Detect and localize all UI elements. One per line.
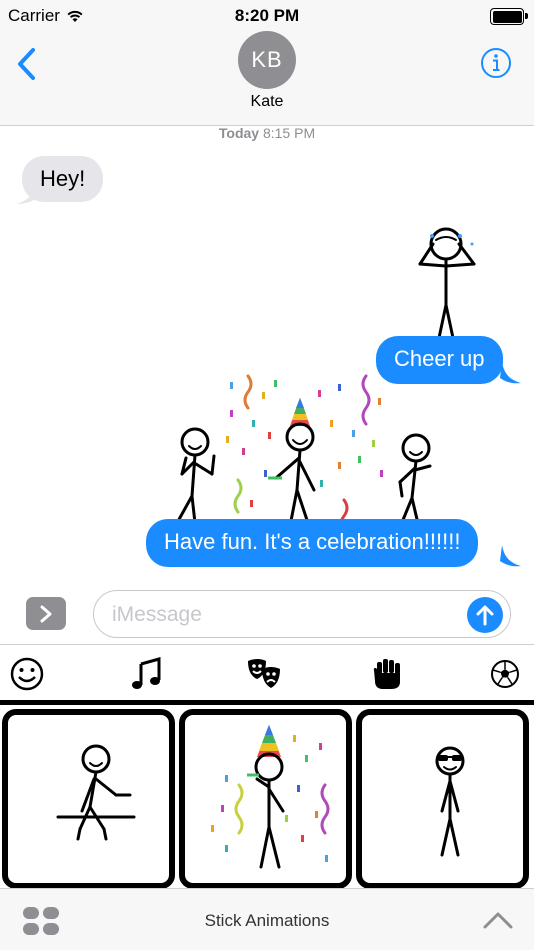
sticker-party-figure[interactable] [179, 709, 352, 889]
battery-icon [490, 8, 528, 25]
sitting-stick-figure-image [56, 744, 136, 841]
message-text: Have fun. It's a celebration!!!!!! [164, 529, 461, 554]
smiley-icon [10, 657, 44, 691]
party-stick-figure-image [211, 725, 330, 869]
confetti-decoration [226, 374, 383, 534]
category-tab-music[interactable] [127, 655, 165, 693]
message-text: Hey! [40, 166, 86, 191]
message-text: Cheer up [394, 346, 485, 371]
sticker-category-bar [0, 644, 534, 702]
category-tab-smiley[interactable] [8, 655, 46, 693]
message-input[interactable]: iMessage [93, 590, 511, 638]
sunglasses-stick-figure-image [435, 746, 465, 857]
app-drawer-toggle-button[interactable] [26, 597, 66, 630]
music-note-icon [132, 657, 161, 689]
avatar[interactable]: KB [238, 31, 296, 89]
sticker-grid [0, 705, 534, 889]
bubble-tail [500, 545, 521, 567]
app-drawer-title: Stick Animations [204, 911, 330, 930]
info-icon[interactable] [480, 47, 512, 79]
arrow-up-icon [476, 605, 494, 626]
send-button[interactable] [467, 597, 503, 633]
category-tab-fist[interactable] [368, 655, 406, 693]
outgoing-message-bubble[interactable]: Have fun. It's a celebration!!!!!! [146, 519, 479, 567]
sad-stick-figure-sticker[interactable] [418, 227, 476, 354]
timestamp-time: 8:15 PM [262, 125, 316, 141]
bubble-tail [500, 362, 521, 384]
chevron-right-icon [40, 605, 52, 622]
timestamp-day: Today [218, 125, 260, 141]
status-bar: Carrier 8:20 PM [0, 0, 534, 34]
dancing-stick-figure-sticker[interactable] [170, 427, 216, 534]
theater-masks-icon [248, 659, 280, 688]
message-timestamp: Today 8:15 PM [0, 125, 534, 141]
bubble-tail [16, 186, 37, 204]
party-hat-stick-figure-sticker[interactable] [268, 398, 316, 528]
message-input-placeholder: iMessage [112, 603, 202, 626]
soccer-ball-icon [491, 660, 519, 688]
outgoing-message-bubble[interactable]: Cheer up [376, 336, 503, 384]
sticker-sitting-figure[interactable] [2, 709, 175, 889]
conversation-header: Carrier 8:20 PM KB Kate [0, 0, 534, 126]
category-tab-drama[interactable] [245, 655, 283, 693]
avatar-initials: KB [251, 47, 283, 72]
app-drawer-bar: Stick Animations [0, 888, 534, 950]
category-tab-sports[interactable] [486, 655, 524, 693]
chevron-up-icon[interactable] [482, 907, 514, 933]
pointing-stick-figure-sticker[interactable] [396, 433, 432, 534]
clock: 8:20 PM [234, 6, 300, 25]
back-chevron-icon[interactable] [14, 44, 42, 84]
contact-name[interactable]: Kate [0, 93, 534, 111]
sticker-cool-figure[interactable] [356, 709, 529, 889]
raised-fist-icon [373, 659, 400, 689]
